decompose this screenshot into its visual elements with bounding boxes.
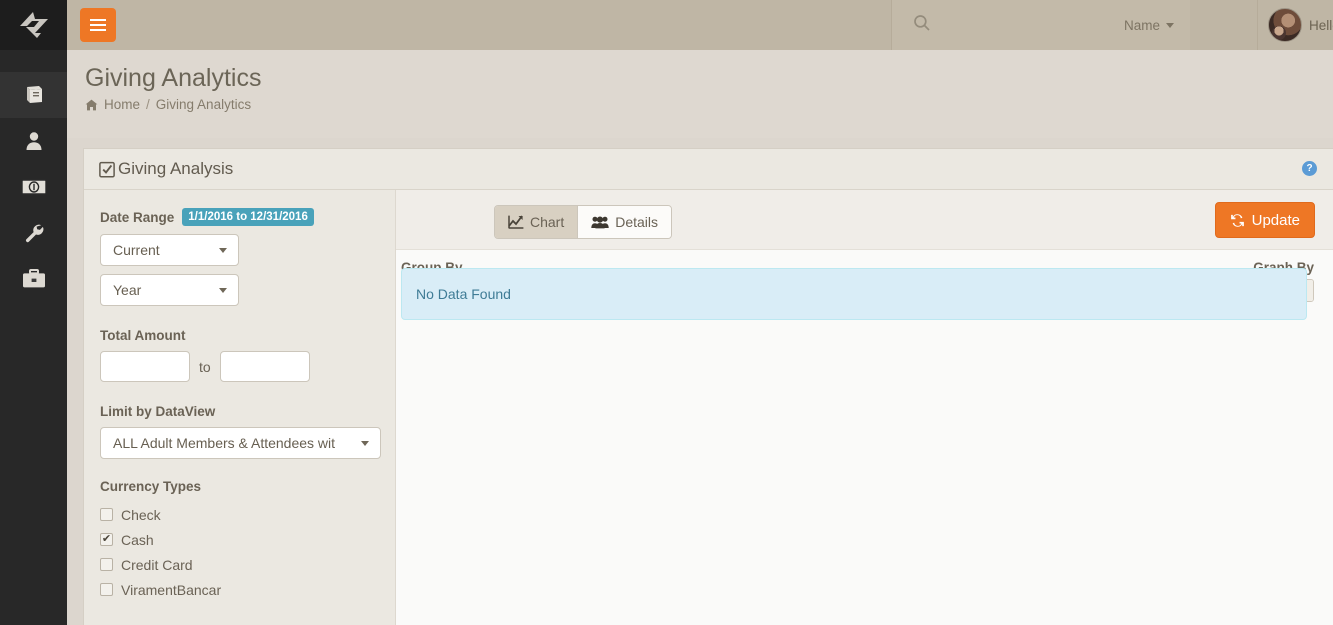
wrench-icon xyxy=(22,221,46,245)
total-amount-max-input[interactable] xyxy=(220,351,310,382)
sidebar-item-finance[interactable] xyxy=(0,164,67,210)
person-icon xyxy=(22,129,46,153)
panel-title-text: Giving Analysis xyxy=(118,159,233,179)
currency-option-cash[interactable]: ✔ Cash xyxy=(100,527,379,552)
chevron-down-icon xyxy=(361,441,369,446)
search-icon[interactable] xyxy=(913,14,931,37)
chevron-down-icon xyxy=(219,288,227,293)
currency-option-label: ViramentBancar xyxy=(121,582,221,598)
book-icon xyxy=(22,83,46,107)
chevron-down-icon xyxy=(219,248,227,253)
total-amount-separator: to xyxy=(199,359,211,375)
rock-logo-icon xyxy=(17,10,51,40)
rock-logo[interactable] xyxy=(0,0,67,50)
money-bill-icon xyxy=(21,177,47,197)
dataview-label: Limit by DataView xyxy=(100,404,379,419)
currency-types-group: Currency Types Check ✔ Cash Credit Card xyxy=(100,479,379,602)
analysis-content: Chart Details xyxy=(396,190,1333,625)
user-greeting: Hello Valeriu xyxy=(1309,18,1333,33)
breadcrumb-home[interactable]: Home xyxy=(104,97,140,112)
sidebar-item-person[interactable] xyxy=(0,118,67,164)
sidebar-item-book[interactable] xyxy=(0,72,67,118)
panel-title: Giving Analysis xyxy=(99,159,233,179)
checkbox-icon[interactable] xyxy=(100,508,113,521)
view-tabs: Chart Details xyxy=(494,205,672,239)
left-nav-rail xyxy=(0,0,67,625)
date-range-unit-select[interactable]: Year xyxy=(100,274,239,306)
chevron-down-icon xyxy=(1166,23,1174,28)
tab-chart[interactable]: Chart xyxy=(495,206,578,238)
breadcrumb: Home / Giving Analytics xyxy=(85,97,251,112)
filter-sidebar: Date Range 1/1/2016 to 12/31/2016 Curren… xyxy=(84,190,396,625)
date-range-label-row: Date Range 1/1/2016 to 12/31/2016 xyxy=(100,208,379,226)
home-icon xyxy=(85,99,98,111)
page-title: Giving Analytics xyxy=(85,64,261,93)
refresh-icon xyxy=(1230,213,1245,228)
hamburger-bar xyxy=(90,29,106,31)
name-dropdown-label: Name xyxy=(1124,18,1160,33)
dataview-select[interactable]: ALL Adult Members & Attendees wit xyxy=(100,427,381,459)
panel-body: Date Range 1/1/2016 to 12/31/2016 Curren… xyxy=(84,190,1333,625)
panel-header: Giving Analysis ? xyxy=(84,149,1333,190)
date-range-period-value: Current xyxy=(113,242,160,258)
dataview-value: ALL Adult Members & Attendees wit xyxy=(113,435,335,451)
hamburger-bar xyxy=(90,24,106,26)
total-amount-min-input[interactable] xyxy=(100,351,190,382)
tab-chart-label: Chart xyxy=(530,214,564,230)
sidebar-item-tools[interactable] xyxy=(0,210,67,256)
dataview-group: Limit by DataView ALL Adult Members & At… xyxy=(100,404,379,459)
total-amount-row: to xyxy=(100,351,379,382)
currency-option-virament-bancar[interactable]: ViramentBancar xyxy=(100,577,379,602)
left-nav-items xyxy=(0,50,67,302)
currency-option-label: Check xyxy=(121,507,161,523)
search-area[interactable]: Name xyxy=(891,0,1190,50)
currency-option-label: Cash xyxy=(121,532,154,548)
sidebar-item-admin[interactable] xyxy=(0,256,67,302)
breadcrumb-current: Giving Analytics xyxy=(156,97,251,112)
group-people-icon xyxy=(591,215,609,229)
update-button-label: Update xyxy=(1252,212,1300,229)
tab-details-label: Details xyxy=(615,214,658,230)
briefcase-icon xyxy=(21,268,47,290)
page-header: Giving Analytics Home / Giving Analytics xyxy=(67,50,1333,138)
checkbox-icon[interactable] xyxy=(100,558,113,571)
date-range-badge: 1/1/2016 to 12/31/2016 xyxy=(182,208,314,226)
currency-option-credit-card[interactable]: Credit Card xyxy=(100,552,379,577)
total-amount-group: Total Amount to xyxy=(100,328,379,382)
content-toolbar: Chart Details xyxy=(396,190,1333,250)
date-range-period-select[interactable]: Current xyxy=(100,234,239,266)
user-menu[interactable]: Hello Valeriu xyxy=(1257,0,1333,50)
currency-option-label: Credit Card xyxy=(121,557,193,573)
hamburger-bar xyxy=(90,19,106,21)
help-icon[interactable]: ? xyxy=(1302,161,1317,176)
line-chart-icon xyxy=(508,215,524,229)
total-amount-label: Total Amount xyxy=(100,328,379,343)
rail-spacer xyxy=(0,50,67,72)
date-range-unit-value: Year xyxy=(113,282,141,298)
currency-types-label: Currency Types xyxy=(100,479,379,494)
giving-analysis-panel: Giving Analysis ? Date Range 1/1/2016 to… xyxy=(83,148,1333,625)
checkbox-icon[interactable] xyxy=(100,583,113,596)
checkbox-icon[interactable]: ✔ xyxy=(100,533,113,546)
menu-toggle-button[interactable] xyxy=(80,8,116,42)
currency-option-check[interactable]: Check xyxy=(100,502,379,527)
app-root: Name Hello Valeriu Giving Analytics Home… xyxy=(0,0,1333,625)
update-button[interactable]: Update xyxy=(1215,202,1315,238)
top-bar: Name Hello Valeriu xyxy=(67,0,1333,50)
help-icon-glyph: ? xyxy=(1306,163,1312,174)
no-data-alert: No Data Found xyxy=(401,268,1307,320)
breadcrumb-separator: / xyxy=(146,97,150,112)
no-data-message: No Data Found xyxy=(416,286,511,302)
name-dropdown[interactable]: Name xyxy=(1124,0,1174,50)
date-range-label: Date Range xyxy=(100,210,174,225)
check-square-icon xyxy=(99,161,116,178)
tab-details[interactable]: Details xyxy=(578,206,671,238)
avatar xyxy=(1268,8,1302,42)
